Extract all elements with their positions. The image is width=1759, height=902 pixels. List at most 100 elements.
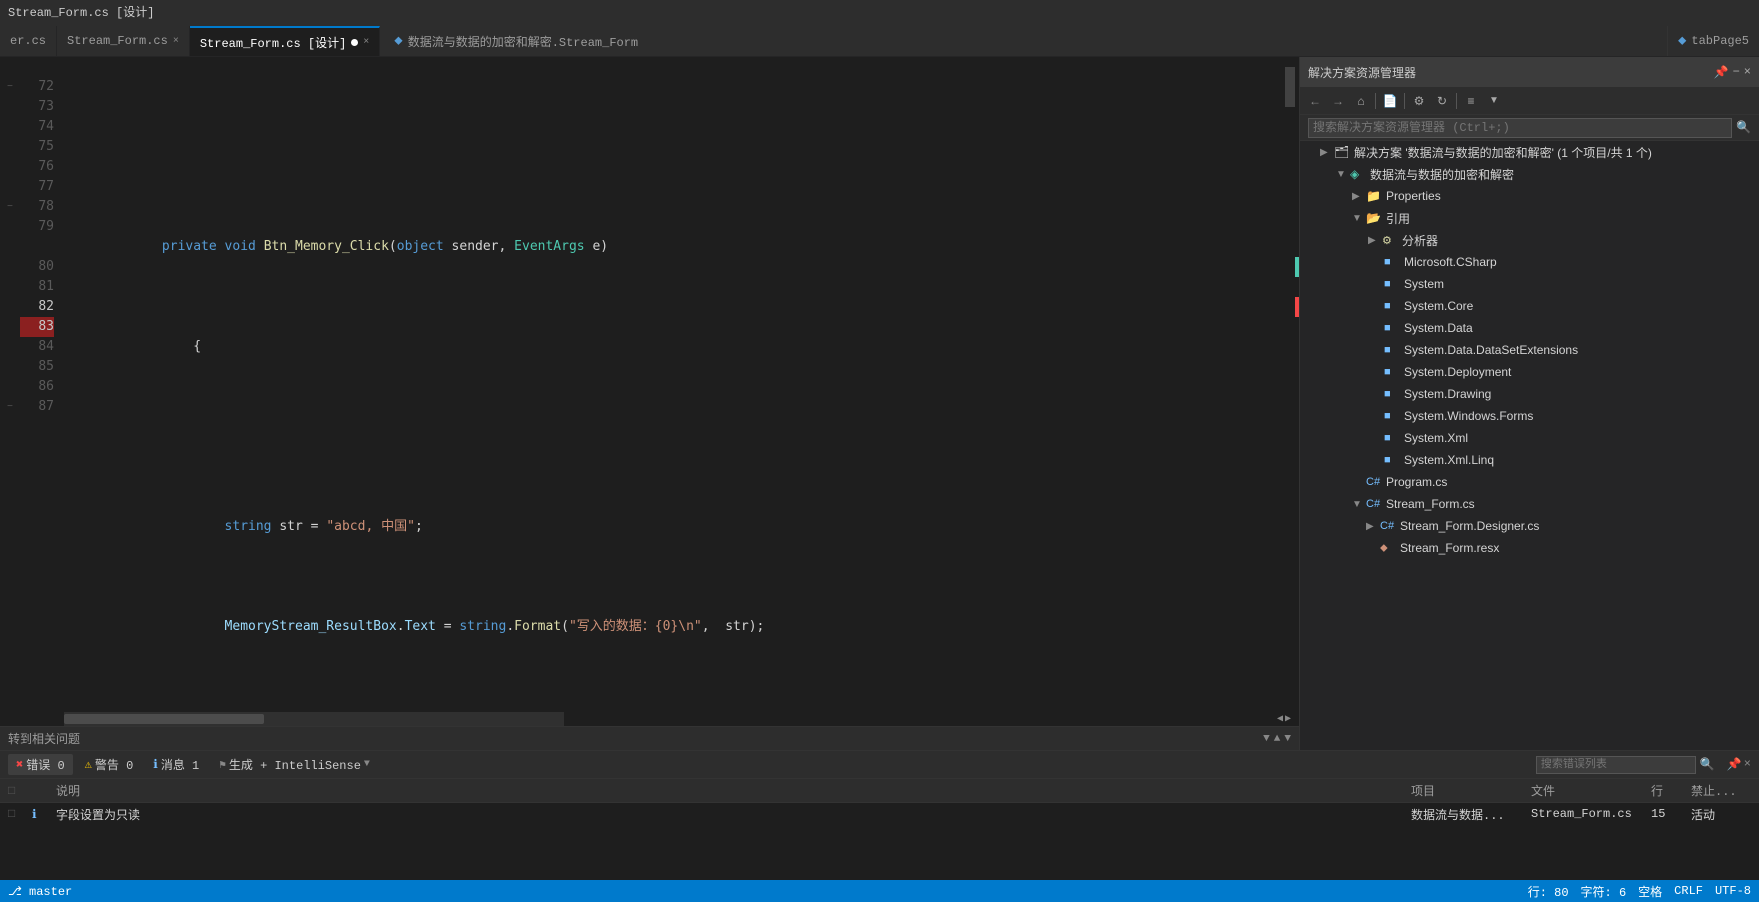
tree-item-programcs[interactable]: C# Program.cs xyxy=(1300,471,1759,493)
expand-icon: ▼ xyxy=(1352,499,1366,510)
warning-icon: ⚠ xyxy=(85,757,92,772)
solution-icon: 🗂 xyxy=(1334,145,1350,159)
expand-icon: ▶ xyxy=(1320,147,1334,158)
tree-item-streamformresx[interactable]: ⬥ Stream_Form.resx xyxy=(1300,537,1759,559)
code-line: private void Btn_Memory_Click(object sen… xyxy=(68,217,1285,237)
tree-item-streamformdesigner[interactable]: ▶ C# Stream_Form.Designer.cs xyxy=(1300,515,1759,537)
tree-label: 引用 xyxy=(1386,210,1410,227)
se-minimize-btn[interactable]: − xyxy=(1733,65,1740,80)
code-line: MemoryStream_ResultBox.Text = string.For… xyxy=(68,597,1285,617)
tree-item-analyzer[interactable]: ▶ ⚙ 分析器 xyxy=(1300,229,1759,251)
bottom-panel: ✖ 错误 0 ⚠ 警告 0 ℹ 消息 1 ⚑ 生成 + IntelliSense xyxy=(0,750,1759,880)
error-badge[interactable]: ✖ 错误 0 xyxy=(8,754,73,775)
dropdown-icon: ▼ xyxy=(364,759,370,770)
tree-item-streamformcs[interactable]: ▼ C# Stream_Form.cs xyxy=(1300,493,1759,515)
panel-close-btn[interactable]: × xyxy=(1744,757,1751,772)
tree-label: Program.cs xyxy=(1386,475,1447,489)
tree-label: Stream_Form.cs xyxy=(1386,497,1475,511)
tree-label: Stream_Form.Designer.cs xyxy=(1400,519,1539,533)
code-editor[interactable]: private void Btn_Memory_Click(object sen… xyxy=(64,57,1285,712)
collapse-btn-2[interactable]: − xyxy=(7,202,13,213)
se-pin-btn[interactable]: 📌 xyxy=(1714,65,1729,80)
tree-item-system[interactable]: ■ System xyxy=(1300,273,1759,295)
se-refresh-btn[interactable]: ↻ xyxy=(1431,90,1453,112)
tree-item-systemdataext[interactable]: ■ System.Data.DataSetExtensions xyxy=(1300,339,1759,361)
status-encoding[interactable]: UTF-8 xyxy=(1715,884,1751,898)
se-title: 解决方案资源管理器 xyxy=(1308,64,1416,81)
status-space[interactable]: 空格 xyxy=(1638,883,1662,900)
status-row[interactable]: 行: 80 xyxy=(1528,883,1569,900)
collapse-btn-3[interactable]: − xyxy=(7,402,13,413)
se-back-btn[interactable]: ← xyxy=(1304,90,1326,112)
tab-tabpage5[interactable]: ⬥ tabPage5 xyxy=(1667,26,1759,56)
code-line xyxy=(68,117,1285,137)
tree-label: Microsoft.CSharp xyxy=(1404,255,1497,269)
error-search-input[interactable] xyxy=(1536,756,1696,774)
tree-item-systemxmllinq[interactable]: ■ System.Xml.Linq xyxy=(1300,449,1759,471)
se-properties-btn[interactable]: ⚙ xyxy=(1408,90,1430,112)
tab-er[interactable]: er.cs xyxy=(0,26,57,56)
col-line: 行 xyxy=(1651,782,1691,799)
error-table-header: □ 说明 项目 文件 行 禁止... xyxy=(0,779,1759,803)
tab-stream-form[interactable]: Stream_Form.cs × xyxy=(57,26,190,56)
build-filter-btn[interactable]: ⚑ 生成 + IntelliSense ▼ xyxy=(211,754,378,775)
col-suppress: 禁止... xyxy=(1691,782,1751,799)
ref-icon: ■ xyxy=(1384,410,1400,422)
status-line-ending[interactable]: CRLF xyxy=(1674,884,1703,898)
tree-item-properties[interactable]: ▶ 📁 Properties xyxy=(1300,185,1759,207)
row-description: 字段设置为只读 xyxy=(56,806,1411,823)
tree-item-csharp[interactable]: ■ Microsoft.CSharp xyxy=(1300,251,1759,273)
error-row[interactable]: □ ℹ 字段设置为只读 数据流与数据... Stream_Form.cs 15 … xyxy=(0,803,1759,825)
status-bar: ⎇ master 行: 80 字符: 6 空格 CRLF UTF-8 xyxy=(0,880,1759,902)
se-settings-btn[interactable]: ≡ xyxy=(1460,90,1482,112)
tab-close-2[interactable]: × xyxy=(173,36,179,47)
status-col[interactable]: 字符: 6 xyxy=(1581,883,1627,900)
find-bar: 转到相关问题 ▼ ▲ ▼ xyxy=(0,726,1299,750)
tree-item-systemdeployment[interactable]: ■ System.Deployment xyxy=(1300,361,1759,383)
ref-icon: ■ xyxy=(1384,300,1400,312)
tree-item-solution[interactable]: ▶ 🗂 解决方案 '数据流与数据的加密和解密' (1 个项目/共 1 个) xyxy=(1300,141,1759,163)
tree-label: 解决方案 '数据流与数据的加密和解密' (1 个项目/共 1 个) xyxy=(1354,144,1652,161)
prev-change-btn[interactable]: ◀ xyxy=(1277,713,1283,725)
tab-stream-form-designer[interactable]: Stream_Form.cs [设计] × xyxy=(190,26,380,56)
tree-item-project[interactable]: ▼ ◈ 数据流与数据的加密和解密 xyxy=(1300,163,1759,185)
tree-item-references[interactable]: ▼ 📂 引用 xyxy=(1300,207,1759,229)
se-search-icon[interactable]: 🔍 xyxy=(1736,120,1751,135)
se-title-bar: 解决方案资源管理器 📌 − × xyxy=(1300,57,1759,87)
tab-modified-dot xyxy=(351,39,358,46)
next-change-btn[interactable]: ▶ xyxy=(1285,713,1291,725)
down-nav-icon[interactable]: ▼ xyxy=(1284,733,1291,745)
tree-item-systemcore[interactable]: ■ System.Core xyxy=(1300,295,1759,317)
panel-pin-btn[interactable]: 📌 xyxy=(1727,757,1742,772)
tree-item-systemxml[interactable]: ■ System.Xml xyxy=(1300,427,1759,449)
se-extra-btn[interactable]: ▼ xyxy=(1483,90,1505,112)
expand-icon: ▶ xyxy=(1368,235,1382,246)
code-line xyxy=(68,397,1285,417)
ref-icon: ■ xyxy=(1384,344,1400,356)
vertical-scrollbar[interactable] xyxy=(1285,57,1299,712)
info-badge[interactable]: ℹ 消息 1 xyxy=(145,754,207,775)
se-close-btn[interactable]: × xyxy=(1744,65,1751,80)
filter-icon[interactable]: ▼ xyxy=(1263,733,1270,745)
tree-item-systemwinforms[interactable]: ■ System.Windows.Forms xyxy=(1300,405,1759,427)
warning-badge[interactable]: ⚠ 警告 0 xyxy=(77,754,142,775)
tree-label: 分析器 xyxy=(1402,232,1438,249)
se-search-input[interactable] xyxy=(1308,118,1732,138)
editor-area: − − xyxy=(0,57,1299,750)
se-home-btn[interactable]: ⌂ xyxy=(1350,90,1372,112)
error-search-icon[interactable]: 🔍 xyxy=(1700,757,1715,772)
up-nav-icon[interactable]: ▲ xyxy=(1274,733,1281,745)
horizontal-scrollbar[interactable]: ◀ ▶ xyxy=(0,712,1299,726)
se-forward-btn[interactable]: → xyxy=(1327,90,1349,112)
se-show-files-btn[interactable]: 📄 xyxy=(1379,90,1401,112)
tab-breadcrumb-nav: ⬥ 数据流与数据的加密和解密.Stream_Form xyxy=(384,26,648,56)
cs-icon: C# xyxy=(1366,476,1382,488)
expand-icon: ▶ xyxy=(1366,521,1380,532)
tree-label: System.Data.DataSetExtensions xyxy=(1404,343,1578,357)
tree-label: System.Xml.Linq xyxy=(1404,453,1494,467)
collapse-btn-1[interactable]: − xyxy=(7,82,13,93)
tree-item-systemdata[interactable]: ■ System.Data xyxy=(1300,317,1759,339)
tree-item-systemdrawing[interactable]: ■ System.Drawing xyxy=(1300,383,1759,405)
tab-close-3[interactable]: × xyxy=(363,37,369,48)
expand-icon: ▼ xyxy=(1352,213,1366,224)
